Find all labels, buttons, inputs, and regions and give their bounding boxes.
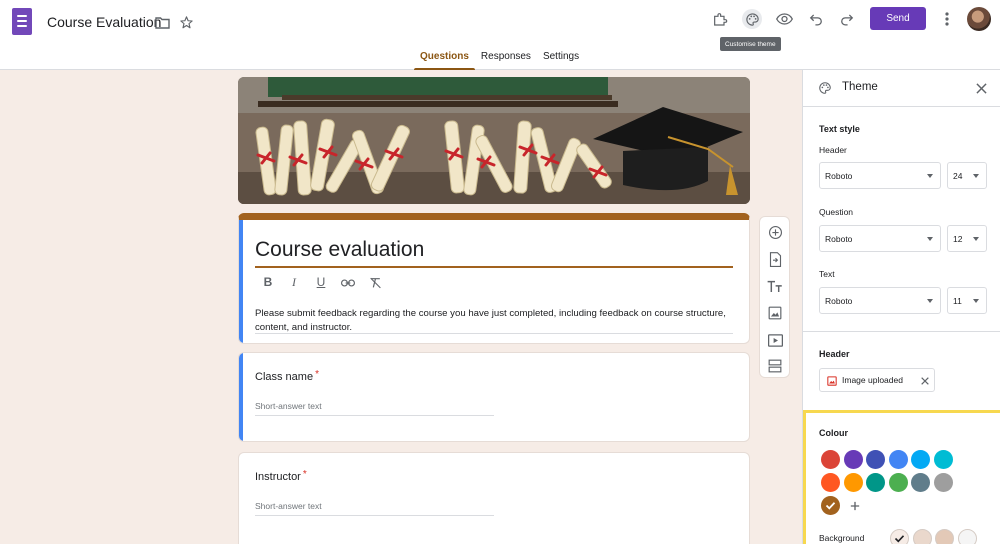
short-answer-placeholder: Short-answer text bbox=[255, 401, 322, 411]
send-button[interactable]: Send bbox=[870, 7, 926, 30]
colour-swatch[interactable] bbox=[934, 473, 953, 492]
short-answer-placeholder: Short-answer text bbox=[255, 501, 322, 511]
chevron-down-icon bbox=[927, 299, 933, 303]
divider bbox=[803, 106, 1000, 107]
remove-image-icon[interactable] bbox=[919, 375, 930, 386]
background-swatch[interactable] bbox=[912, 529, 932, 544]
add-section-icon[interactable] bbox=[767, 358, 783, 374]
active-card-indicator bbox=[239, 353, 243, 441]
redo-icon[interactable] bbox=[838, 10, 856, 28]
colour-swatch[interactable] bbox=[843, 473, 863, 492]
check-icon bbox=[825, 502, 836, 510]
folder-icon[interactable] bbox=[154, 14, 170, 30]
description-underline bbox=[255, 333, 733, 334]
answer-underline bbox=[255, 415, 494, 416]
add-image-icon[interactable] bbox=[767, 305, 783, 321]
colour-swatch[interactable] bbox=[866, 450, 886, 469]
add-question-icon[interactable] bbox=[767, 224, 783, 240]
active-card-indicator bbox=[239, 220, 243, 343]
tab-questions[interactable]: Questions bbox=[414, 50, 475, 70]
import-questions-icon[interactable] bbox=[767, 251, 783, 267]
colour-swatch[interactable] bbox=[821, 450, 840, 469]
colour-label: Colour bbox=[819, 428, 848, 438]
tab-bar: Questions Responses Settings bbox=[414, 50, 585, 70]
header-font-select[interactable]: Roboto bbox=[819, 162, 941, 189]
colour-swatch[interactable] bbox=[888, 473, 908, 492]
add-video-icon[interactable] bbox=[767, 332, 783, 348]
background-swatch[interactable] bbox=[890, 529, 909, 544]
header-size-select[interactable]: 24 bbox=[947, 162, 987, 189]
form-description[interactable]: Please submit feedback regarding the cou… bbox=[255, 307, 735, 334]
question-card-class-name[interactable]: Class name * Short-answer text bbox=[238, 352, 750, 442]
avatar[interactable] bbox=[967, 7, 991, 31]
colour-swatch[interactable] bbox=[843, 450, 863, 469]
question-font-label: Question bbox=[819, 207, 854, 217]
colour-swatch[interactable] bbox=[911, 450, 931, 469]
tooltip: Customise theme bbox=[720, 37, 781, 51]
background-swatch[interactable] bbox=[935, 529, 955, 544]
addon-puzzle-icon[interactable] bbox=[711, 10, 729, 28]
tab-responses[interactable]: Responses bbox=[475, 50, 537, 70]
question-title: Class name * bbox=[255, 369, 319, 383]
colour-swatch[interactable] bbox=[888, 450, 908, 469]
floating-toolbar bbox=[759, 216, 790, 378]
preview-eye-icon[interactable] bbox=[775, 10, 793, 28]
colour-section: Colour Background bbox=[803, 410, 1000, 544]
star-icon[interactable] bbox=[178, 14, 194, 30]
theme-panel: Theme Text style Header Roboto 24 Questi… bbox=[802, 70, 1000, 544]
chevron-down-icon bbox=[973, 237, 979, 241]
colour-swatch[interactable] bbox=[866, 473, 886, 492]
text-size-select[interactable]: 11 bbox=[947, 287, 987, 314]
check-icon bbox=[894, 535, 905, 543]
chevron-down-icon bbox=[973, 299, 979, 303]
title-underline bbox=[255, 266, 733, 268]
colour-swatch[interactable] bbox=[911, 473, 931, 492]
required-asterisk: * bbox=[315, 369, 319, 380]
palette-icon[interactable] bbox=[742, 9, 762, 29]
text-font-label: Text bbox=[819, 269, 835, 279]
header-image-label: Header bbox=[819, 349, 850, 359]
forms-logo-icon[interactable] bbox=[12, 8, 32, 35]
chevron-down-icon bbox=[927, 237, 933, 241]
close-icon[interactable] bbox=[973, 80, 989, 96]
question-font-select[interactable]: Roboto bbox=[819, 225, 941, 252]
text-style-label: Text style bbox=[819, 124, 860, 134]
header-banner-image bbox=[238, 77, 750, 204]
image-icon bbox=[826, 375, 837, 386]
palette-icon bbox=[817, 80, 833, 96]
underline-icon[interactable]: U bbox=[314, 275, 328, 289]
background-swatch[interactable] bbox=[957, 529, 977, 544]
bold-icon[interactable]: B bbox=[261, 275, 275, 289]
colour-swatch[interactable] bbox=[821, 496, 840, 515]
form-title[interactable]: Course evaluation bbox=[255, 238, 424, 262]
italic-icon[interactable]: I bbox=[287, 275, 301, 290]
question-card-instructor[interactable]: Instructor * Short-answer text bbox=[238, 452, 750, 544]
form-title-card[interactable]: Course evaluation B I U Please submit fe… bbox=[238, 213, 750, 344]
document-title[interactable]: Course Evaluation bbox=[47, 14, 161, 30]
question-title: Instructor * bbox=[255, 469, 307, 483]
undo-icon[interactable] bbox=[807, 10, 825, 28]
colour-swatch[interactable] bbox=[934, 450, 953, 469]
required-asterisk: * bbox=[302, 469, 307, 480]
panel-title: Theme bbox=[842, 81, 878, 93]
divider bbox=[803, 331, 1000, 332]
link-icon[interactable] bbox=[340, 276, 356, 290]
question-size-select[interactable]: 12 bbox=[947, 225, 987, 252]
tab-settings[interactable]: Settings bbox=[537, 50, 585, 70]
header-font-label: Header bbox=[819, 145, 847, 155]
more-vert-icon[interactable] bbox=[939, 10, 955, 28]
add-colour-icon[interactable] bbox=[845, 496, 864, 515]
add-title-icon[interactable] bbox=[767, 278, 783, 294]
clear-format-icon[interactable] bbox=[367, 276, 383, 290]
colour-swatch[interactable] bbox=[821, 473, 840, 492]
chevron-down-icon bbox=[927, 174, 933, 178]
image-chip-label: Image uploaded bbox=[842, 375, 903, 385]
top-bar: Course Evaluation Send Customise theme Q… bbox=[0, 0, 1000, 70]
answer-underline bbox=[255, 515, 494, 516]
image-uploaded-chip[interactable]: Image uploaded bbox=[819, 368, 935, 392]
text-font-select[interactable]: Roboto bbox=[819, 287, 941, 314]
chevron-down-icon bbox=[973, 174, 979, 178]
background-label: Background bbox=[819, 533, 865, 543]
